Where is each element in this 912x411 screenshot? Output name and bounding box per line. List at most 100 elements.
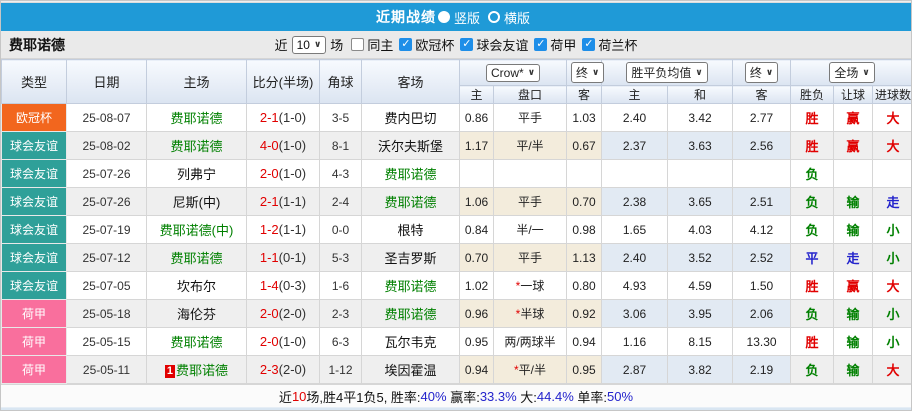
rank-badge: 1 — [164, 365, 176, 378]
handicap-odds-away — [566, 159, 603, 188]
league-checkbox[interactable]: ✓ — [582, 38, 596, 51]
home-team-link[interactable]: 费耶诺德 — [146, 243, 247, 272]
avg-odds-away: 13.30 — [732, 327, 792, 356]
summary-segment: 33.3% — [479, 388, 517, 404]
handicap-odds-home: 1.06 — [459, 187, 494, 216]
result-handicap — [833, 159, 874, 188]
table-row: 球会友谊 25-07-05 坎布尔 1-4(0-3) 1-6 费耶诺德 1.02… — [1, 271, 911, 300]
avg-odds-draw: 3.63 — [667, 131, 734, 160]
col-header-away: 客场 — [361, 59, 460, 104]
home-team-link[interactable]: 费耶诺德 — [146, 131, 247, 160]
league-checkbox-label[interactable]: 荷甲 — [550, 35, 576, 54]
vertical-radio-label[interactable]: 竖版 — [454, 8, 480, 27]
chevron-down-icon: ∨ — [765, 67, 774, 77]
handicap-line: 平手 — [492, 103, 568, 132]
away-team-link[interactable]: 瓦尔韦克 — [361, 327, 460, 356]
summary-segment: 44.4% — [536, 388, 574, 404]
layout-radio-group: 竖版 横版 — [436, 8, 536, 27]
score-cell: 2-0(2-0) — [246, 299, 320, 328]
sub-header-avg-draw: 和 — [667, 85, 734, 104]
away-team-link[interactable]: 费耶诺德 — [361, 271, 460, 300]
match-date: 25-05-11 — [66, 355, 147, 384]
table-row: 荷甲 25-05-15 费耶诺德 2-0(1-0) 6-3 瓦尔韦克 0.95 … — [1, 327, 911, 356]
league-checkbox-label[interactable]: 球会友谊 — [476, 35, 528, 54]
score-cell: 1-4(0-3) — [246, 271, 320, 300]
avg-odds-home: 2.38 — [601, 187, 669, 216]
result-handicap: 输 — [833, 187, 874, 216]
league-checkbox[interactable]: ✓ — [460, 38, 474, 51]
col-header-type: 类型 — [1, 59, 67, 104]
chevron-down-icon: ∨ — [862, 67, 870, 77]
period-select[interactable]: 全场 ∨ — [829, 62, 875, 83]
match-type-badge: 荷甲 — [1, 299, 67, 328]
handicap-odds-away: 1.13 — [566, 243, 603, 272]
match-type-badge: 球会友谊 — [1, 131, 67, 160]
horizontal-radio[interactable] — [488, 11, 500, 23]
handicap-line: 半/一 — [492, 215, 568, 244]
score-cell: 2-1(1-1) — [246, 187, 320, 216]
match-count-select[interactable]: 10 ∨ — [291, 35, 327, 54]
home-team-link[interactable]: 尼斯(中) — [146, 187, 247, 216]
same-home-label[interactable]: 同主 — [367, 35, 393, 54]
odds-time-select[interactable]: 终 ∨ — [571, 62, 605, 83]
match-date: 25-08-07 — [66, 103, 147, 132]
league-checkbox-label[interactable]: 荷兰杯 — [598, 35, 637, 54]
home-team-link[interactable]: 费耶诺德 — [146, 327, 247, 356]
result-handicap: 输 — [833, 327, 874, 356]
result-goals: 大 — [872, 131, 911, 160]
home-team-link[interactable]: 1 费耶诺德 — [146, 355, 247, 384]
result-winloss: 负 — [790, 187, 835, 216]
vertical-radio[interactable] — [437, 11, 450, 23]
sub-header-odds-home: 主 — [459, 85, 494, 104]
avg-odds-home: 1.65 — [601, 215, 669, 244]
home-team-link[interactable]: 坎布尔 — [146, 271, 247, 300]
away-team-link[interactable]: 费内巴切 — [361, 103, 460, 132]
corner-score: 2-4 — [319, 187, 362, 216]
recent-results-panel: 近期战绩 竖版 横版 费耶诺德 近 10 ∨ 场 同主 ✓ 欧冠杯 ✓ 球会友谊 ✓ 荷甲 ✓… — [0, 0, 912, 411]
match-type-badge: 球会友谊 — [1, 243, 67, 272]
avg-select[interactable]: 胜平负均值 ∨ — [626, 62, 708, 83]
result-winloss: 负 — [790, 215, 835, 244]
away-team-link[interactable]: 费耶诺德 — [361, 159, 460, 188]
period-select-cell: 全场 ∨ — [790, 59, 911, 86]
match-type-badge: 欧冠杯 — [1, 103, 67, 132]
league-checkbox[interactable]: ✓ — [534, 38, 548, 51]
league-checkbox[interactable]: ✓ — [399, 38, 413, 51]
corner-score: 1-12 — [319, 355, 362, 384]
handicap-odds-away: 0.67 — [566, 131, 603, 160]
league-checkbox-label[interactable]: 欧冠杯 — [415, 35, 454, 54]
away-team-link[interactable]: 费耶诺德 — [361, 187, 460, 216]
results-table: 类型 日期 主场 比分(半场) 角球 客场 Crow* ∨ 终 ∨ 胜平负均值 ∨ 终… — [1, 59, 911, 384]
avg-odds-away: 2.19 — [732, 355, 792, 384]
match-type-badge: 球会友谊 — [1, 187, 67, 216]
home-team-link[interactable]: 费耶诺德 — [146, 103, 247, 132]
away-team-link[interactable]: 根特 — [361, 215, 460, 244]
home-team-link[interactable]: 列弗宁 — [146, 159, 247, 188]
home-team-link[interactable]: 费耶诺德(中) — [146, 215, 247, 244]
avg-time-select-cell: 终 ∨ — [732, 59, 792, 86]
corner-score: 5-3 — [319, 243, 362, 272]
sub-header-letball: 让球 — [833, 85, 874, 104]
table-row: 球会友谊 25-07-26 列弗宁 2-0(1-0) 4-3 费耶诺德 负 — [1, 159, 911, 188]
match-date: 25-07-26 — [66, 159, 147, 188]
result-winloss: 胜 — [790, 327, 835, 356]
handicap-odds-home: 1.17 — [459, 131, 494, 160]
bookmaker-select[interactable]: Crow* ∨ — [486, 63, 540, 82]
handicap-odds-home: 0.95 — [459, 327, 494, 356]
result-handicap: 输 — [833, 299, 874, 328]
handicap-odds-away: 0.94 — [566, 327, 603, 356]
away-team-link[interactable]: 费耶诺德 — [361, 299, 460, 328]
horizontal-radio-label[interactable]: 横版 — [504, 8, 530, 27]
avg-odds-away: 2.06 — [732, 299, 792, 328]
same-home-checkbox[interactable] — [351, 38, 365, 51]
away-team-link[interactable]: 圣吉罗斯 — [361, 243, 460, 272]
avg-time-select[interactable]: 终 ∨ — [744, 62, 779, 83]
corner-score: 3-5 — [319, 103, 362, 132]
away-team-link[interactable]: 埃因霍温 — [361, 355, 460, 384]
handicap-odds-home: 0.84 — [459, 215, 494, 244]
away-team-link[interactable]: 沃尔夫斯堡 — [361, 131, 460, 160]
handicap-odds-home: 0.94 — [459, 355, 494, 384]
avg-odds-away: 1.50 — [732, 271, 792, 300]
summary-segment: 近 — [278, 389, 292, 405]
home-team-link[interactable]: 海伦芬 — [146, 299, 247, 328]
